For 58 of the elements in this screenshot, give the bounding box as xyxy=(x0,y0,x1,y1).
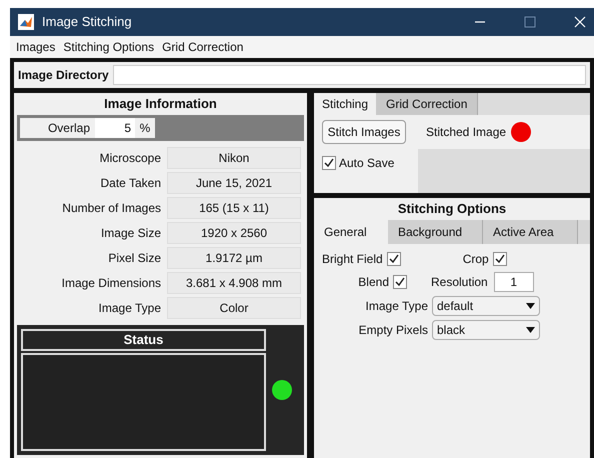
overlap-field[interactable]: 5 xyxy=(95,118,135,138)
auto-save-checkbox[interactable] xyxy=(322,156,336,170)
info-label: Image Type xyxy=(98,300,161,317)
dropdown-value: default xyxy=(437,298,474,315)
tab[interactable]: General xyxy=(314,220,388,244)
info-label: Pixel Size xyxy=(107,250,161,267)
unit-label: % xyxy=(135,118,155,138)
crop-label: Crop xyxy=(462,251,489,268)
empty-pixels-label: Empty Pixels xyxy=(358,322,428,339)
app-logo-icon xyxy=(18,14,34,30)
info-label: Date Taken xyxy=(100,175,161,192)
info-value: 1.9172 µm xyxy=(167,247,301,269)
blend-checkbox[interactable] xyxy=(393,275,407,289)
window-title: Image Stitching xyxy=(42,13,133,32)
info-label: Image Dimensions xyxy=(60,275,161,292)
stitched-image-label: Stitched Image xyxy=(426,124,506,141)
check-icon xyxy=(324,158,334,168)
info-label: Number of Images xyxy=(61,200,161,217)
caret-icon xyxy=(526,303,535,309)
tab[interactable]: Active Area xyxy=(483,220,578,244)
panel-title: Image Information xyxy=(103,95,218,113)
panel-title: Stitching Options xyxy=(396,200,508,218)
status-title: Status xyxy=(21,329,266,351)
image-type-label: Image Type xyxy=(364,298,428,315)
info-value: 3.681 x 4.908 mm xyxy=(167,272,301,294)
resolution-field[interactable]: 1 xyxy=(494,272,534,292)
caret-icon xyxy=(526,327,535,333)
tab[interactable]: Grid Correction xyxy=(376,93,478,115)
info-value: Nikon xyxy=(167,147,301,169)
bright-field-checkbox[interactable] xyxy=(386,252,401,266)
directory-field[interactable] xyxy=(112,65,586,85)
menu-item[interactable]: Images xyxy=(16,38,56,56)
resolution-label: Resolution xyxy=(431,274,488,291)
crop-checkbox[interactable] xyxy=(492,252,507,266)
check-icon xyxy=(388,254,399,264)
blend-label: Blend xyxy=(357,274,389,291)
menu-item[interactable]: Grid Correction xyxy=(162,38,244,56)
overlap-label: Overlap xyxy=(20,118,95,138)
maximize-icon[interactable] xyxy=(524,16,536,28)
auto-save-label: Auto Save xyxy=(339,155,394,172)
close-icon[interactable] xyxy=(574,16,586,28)
tab[interactable]: Background xyxy=(388,220,483,244)
tab[interactable]: Stitching xyxy=(314,93,376,115)
check-icon xyxy=(395,277,405,287)
image-type-dropdown[interactable]: default xyxy=(432,296,540,316)
bright-field-label: Bright Field xyxy=(322,251,383,268)
info-value: June 15, 2021 xyxy=(167,172,301,194)
stitch-images-button[interactable]: Stitch Images xyxy=(322,120,406,144)
info-value: 1920 x 2560 xyxy=(167,222,301,244)
info-value: Color xyxy=(167,297,301,319)
info-label: Microscope xyxy=(98,150,161,167)
info-value: 165 (15 x 11) xyxy=(167,197,301,219)
empty-pixels-dropdown[interactable]: black xyxy=(432,320,540,340)
menu-item[interactable]: Stitching Options xyxy=(63,38,154,56)
dropdown-value: black xyxy=(437,322,466,339)
check-icon xyxy=(494,254,505,264)
info-label: Image Size xyxy=(100,225,161,242)
directory-label: Image Directory xyxy=(18,67,109,84)
